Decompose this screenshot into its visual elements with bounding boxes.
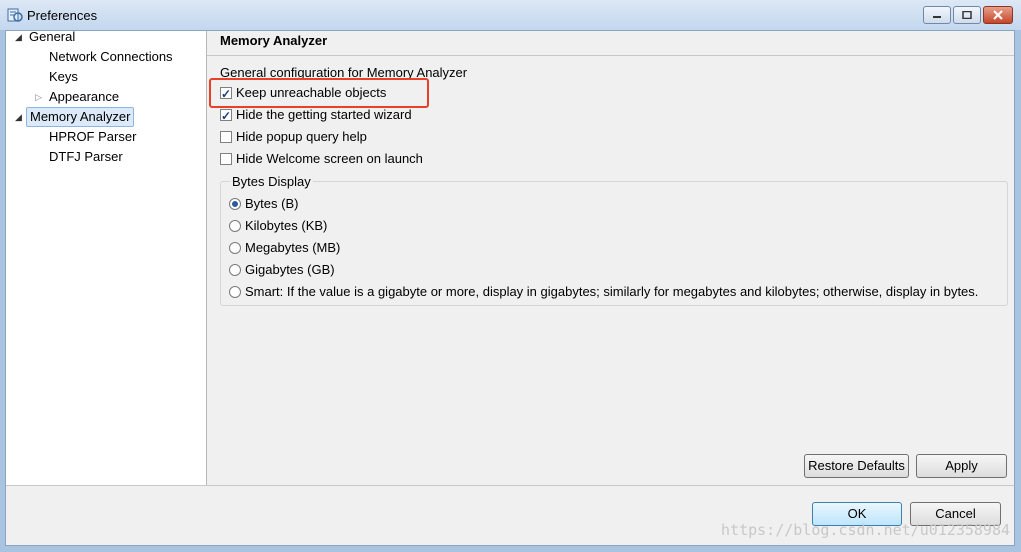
preferences-window: Preferences ◢ General Network Connection… (0, 0, 1021, 552)
maximize-button[interactable] (953, 6, 981, 24)
preference-page: Memory Analyzer General configuration fo… (207, 31, 1014, 485)
window-title: Preferences (27, 8, 98, 23)
expanded-arrow-icon[interactable]: ◢ (15, 108, 25, 126)
radio-megabytes[interactable]: Megabytes (MB) (229, 239, 340, 257)
page-header: Memory Analyzer (207, 31, 1014, 56)
radio-smart[interactable]: Smart: If the value is a gigabyte or mor… (229, 283, 978, 301)
keep-unreachable-checkbox[interactable]: Keep unreachable objects (220, 84, 386, 103)
hide-welcome-checkbox[interactable]: Hide Welcome screen on launch (220, 150, 423, 168)
close-button[interactable] (983, 6, 1013, 24)
tree-item-hprof-parser[interactable]: HPROF Parser (49, 128, 136, 146)
restore-defaults-button[interactable]: Restore Defaults (804, 454, 909, 478)
radio-unselected-icon[interactable] (229, 220, 241, 232)
checkbox-checked-icon[interactable] (220, 85, 232, 103)
checkbox-checked-icon[interactable] (220, 107, 232, 125)
tree-item-appearance[interactable]: ▷ Appearance (35, 88, 119, 106)
minimize-button[interactable] (923, 6, 951, 24)
checkbox-unchecked-icon[interactable] (220, 153, 232, 165)
footer-separator (6, 485, 1014, 486)
hide-wizard-checkbox[interactable]: Hide the getting started wizard (220, 106, 412, 125)
maximize-icon (962, 11, 972, 19)
radio-unselected-icon[interactable] (229, 286, 241, 298)
tree-item-memory-analyzer[interactable]: ◢ Memory Analyzer (15, 107, 135, 127)
radio-bytes[interactable]: Bytes (B) (229, 195, 298, 213)
preference-tree: ◢ General Network Connections Keys ▷ App… (6, 28, 207, 485)
hide-popup-help-checkbox[interactable]: Hide popup query help (220, 128, 367, 146)
page-title: Memory Analyzer (220, 33, 328, 48)
radio-unselected-icon[interactable] (229, 264, 241, 276)
minimize-icon (933, 16, 941, 18)
radio-gigabytes[interactable]: Gigabytes (GB) (229, 261, 335, 279)
tree-item-dtfj-parser[interactable]: DTFJ Parser (49, 148, 123, 166)
apply-button[interactable]: Apply (916, 454, 1007, 478)
title-bar: Preferences (0, 0, 1021, 30)
close-icon (993, 10, 1003, 20)
checkbox-unchecked-icon[interactable] (220, 131, 232, 143)
tree-item-keys[interactable]: Keys (49, 68, 78, 86)
bytes-display-group: Bytes Display Bytes (B) Kilobytes (KB) M… (220, 174, 1008, 306)
expanded-arrow-icon[interactable]: ◢ (15, 28, 25, 46)
radio-unselected-icon[interactable] (229, 242, 241, 254)
radio-kilobytes[interactable]: Kilobytes (KB) (229, 217, 327, 235)
watermark-text: https://blog.csdn.net/u012358984 (721, 521, 1010, 539)
group-title: Bytes Display (230, 174, 313, 189)
preferences-app-icon (7, 7, 23, 23)
tree-item-general[interactable]: ◢ General (15, 28, 75, 46)
dialog-client-area: ◢ General Network Connections Keys ▷ App… (5, 28, 1015, 546)
tree-item-network-connections[interactable]: Network Connections (49, 48, 173, 66)
radio-selected-icon[interactable] (229, 198, 241, 210)
collapsed-arrow-icon[interactable]: ▷ (35, 88, 45, 106)
